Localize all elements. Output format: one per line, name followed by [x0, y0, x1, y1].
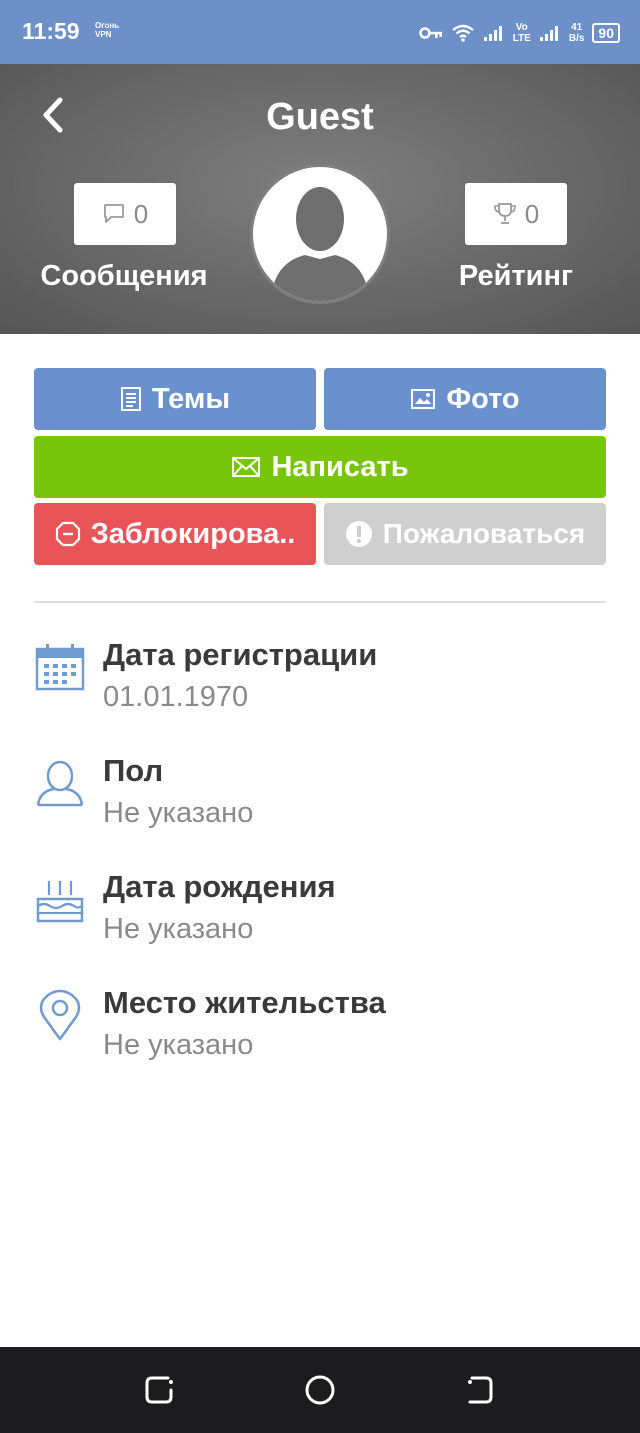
messages-count: 0: [133, 198, 149, 229]
speed-value: 41: [571, 22, 583, 33]
topics-button-label: Темы: [151, 382, 231, 415]
rating-count-box[interactable]: 0: [465, 183, 567, 245]
status-icons: Vo LTE 41 B/s 90: [418, 18, 620, 48]
rating-label: Рейтинг: [458, 260, 574, 292]
messages-count-box[interactable]: 0: [74, 183, 176, 245]
page-title: Guest: [266, 96, 374, 138]
lte-bottom: LTE: [512, 33, 531, 44]
report-button[interactable]: Пожаловаться: [324, 503, 606, 565]
info-value: 01.01.1970: [103, 681, 249, 713]
block-button-label: Заблокирова..: [90, 517, 296, 550]
block-button[interactable]: Заблокирова..: [34, 503, 316, 565]
document-icon: [120, 387, 141, 411]
info-value: Не указано: [103, 913, 254, 945]
system-navigation-bar: [0, 1347, 640, 1433]
photo-button-label: Фото: [446, 382, 520, 415]
signal-icon-2: [539, 26, 558, 41]
user-silhouette-icon: [271, 187, 369, 301]
key-icon: [418, 27, 442, 39]
info-title: Дата рождения: [103, 869, 336, 904]
photo-button[interactable]: Фото: [324, 368, 606, 430]
rating-count: 0: [524, 198, 540, 229]
info-title: Дата регистрации: [103, 637, 378, 672]
messages-label: Сообщения: [40, 260, 208, 292]
home-icon[interactable]: [300, 1370, 340, 1410]
info-gender: Пол Не указано: [0, 753, 640, 853]
wifi-icon: [451, 24, 474, 42]
alert-circle-icon: [345, 521, 372, 547]
avatar: [250, 164, 390, 304]
info-birth-date: Дата рождения Не указано: [0, 869, 640, 969]
topics-button[interactable]: Темы: [34, 368, 316, 430]
person-icon: [36, 760, 84, 807]
volte-indicator: Vo LTE: [513, 22, 531, 44]
divider: [34, 601, 606, 603]
calendar-icon: [35, 644, 85, 691]
info-title: Место жительства: [103, 985, 386, 1020]
cake-icon: [36, 881, 84, 923]
trophy-icon: [493, 203, 516, 224]
signal-icon: [483, 26, 502, 41]
stop-sign-icon: [55, 521, 80, 547]
envelope-icon: [232, 457, 261, 477]
recent-apps-icon[interactable]: [140, 1370, 180, 1410]
report-button-label: Пожаловаться: [382, 518, 586, 549]
info-value: Не указано: [103, 797, 254, 829]
write-message-label: Написать: [271, 450, 409, 483]
location-pin-icon: [39, 989, 81, 1041]
info-title: Пол: [103, 753, 164, 788]
status-time: 11:59: [22, 18, 80, 44]
vpn-label-bottom: VPN: [95, 30, 112, 39]
battery-indicator: 90: [592, 23, 620, 43]
speed-unit: B/s: [568, 33, 585, 44]
vpn-indicator: Огонь VPN: [95, 21, 119, 39]
status-bar: 11:59 Огонь VPN Vo LTE 41 B/s 90: [0, 0, 640, 64]
info-value: Не указано: [103, 1029, 254, 1061]
info-registration-date: Дата регистрации 01.01.1970: [0, 637, 640, 737]
network-speed: 41 B/s: [569, 22, 585, 44]
image-icon: [411, 389, 436, 409]
profile-header: Guest 0 Сообщения 0 Рейтинг: [0, 64, 640, 334]
lte-top: Vo: [515, 22, 528, 33]
back-nav-icon[interactable]: [460, 1370, 500, 1410]
info-residence: Место жительства Не указано: [0, 985, 640, 1085]
write-message-button[interactable]: Написать: [34, 436, 606, 498]
vpn-label-top: Огонь: [95, 21, 120, 30]
chat-bubble-icon: [103, 204, 124, 223]
